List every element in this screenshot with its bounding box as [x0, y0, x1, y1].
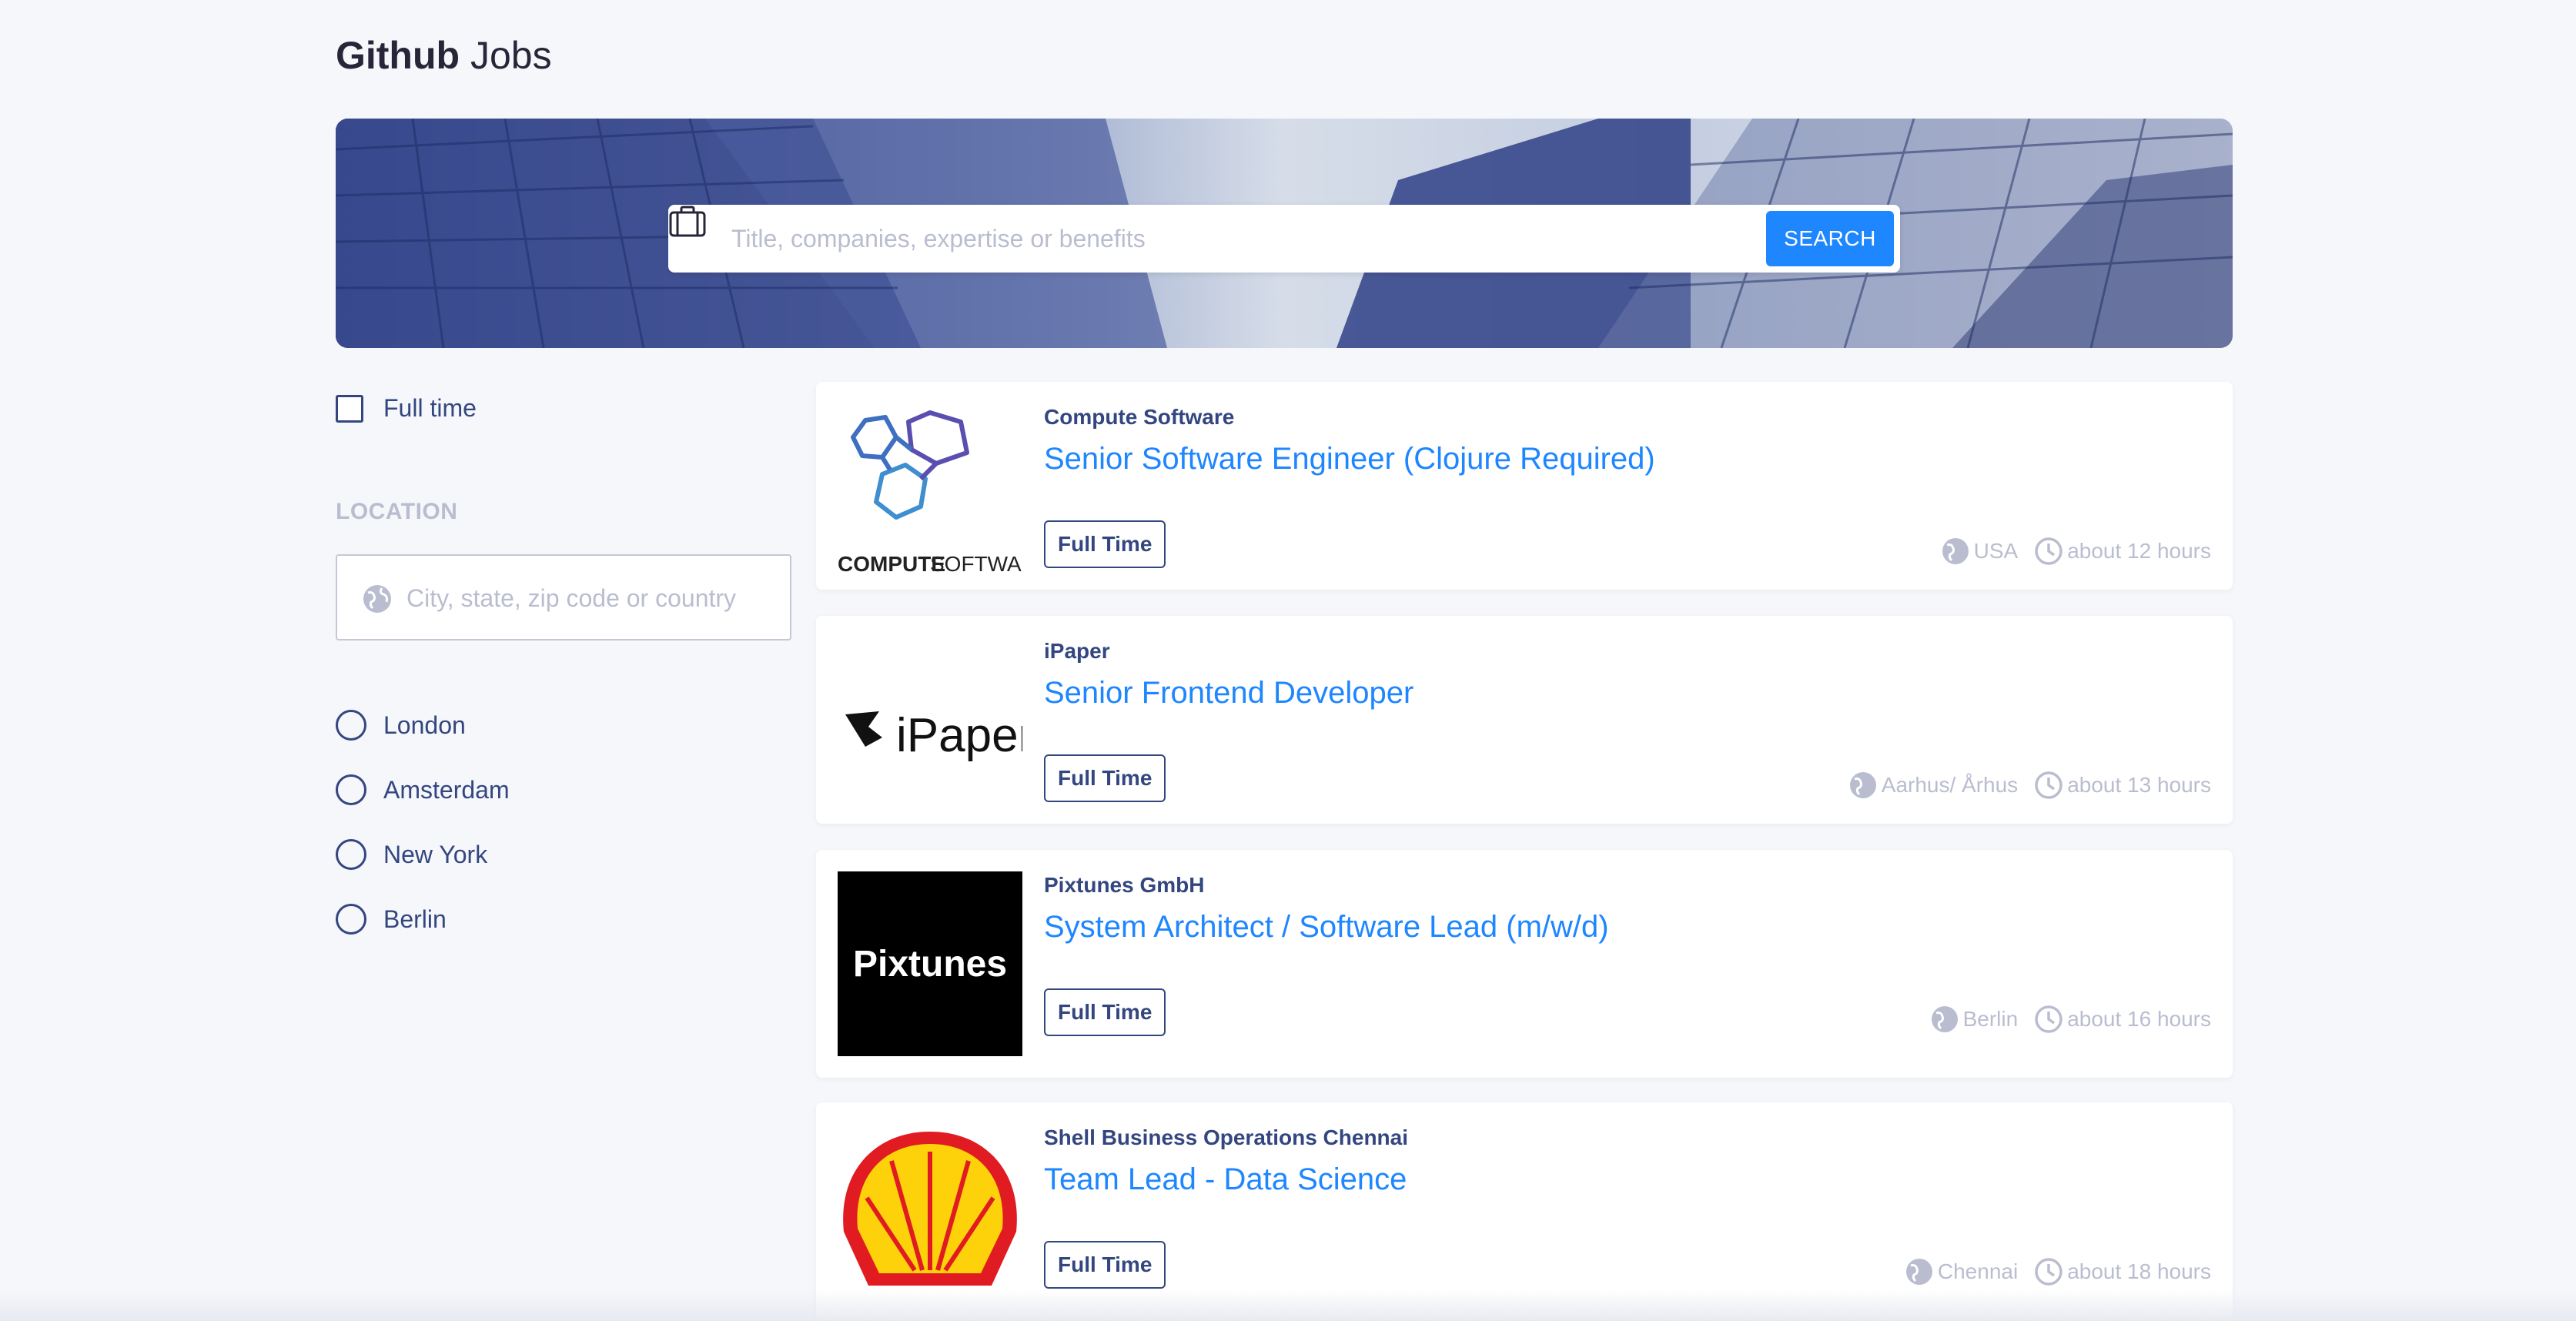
- clock-icon: [2035, 771, 2062, 799]
- job-card[interactable]: Pixtunes Pixtunes GmbH System Architect …: [816, 850, 2233, 1078]
- job-location-text: USA: [1973, 539, 2019, 563]
- bottom-fade: [0, 1290, 2576, 1321]
- job-location-text: Aarhus/ Århus: [1881, 773, 2019, 797]
- job-title[interactable]: Team Lead - Data Science: [1044, 1162, 1407, 1197]
- job-meta: Chennai about 18 hours: [1889, 1256, 2211, 1287]
- logo-text: Pixtunes: [853, 944, 1007, 985]
- globe-icon: [1942, 538, 1969, 564]
- globe-icon: [1931, 1006, 1958, 1032]
- ipaper-logo: iPaper: [845, 709, 1022, 762]
- hero-banner: SEARCH: [336, 119, 2233, 348]
- job-meta: Aarhus/ Århus about 13 hours: [1832, 770, 2211, 801]
- job-time-text: about 18 hours: [2067, 1259, 2211, 1283]
- location-option-london[interactable]: London: [336, 693, 510, 757]
- job-type-tag: Full Time: [1044, 754, 1166, 802]
- shell-logo: [843, 1132, 1017, 1286]
- radio-button[interactable]: [336, 839, 366, 870]
- location-option-berlin[interactable]: Berlin: [336, 887, 510, 951]
- company-name: Compute Software: [1044, 405, 1235, 429]
- radio-button[interactable]: [336, 710, 366, 741]
- job-time-text: about 13 hours: [2067, 773, 2211, 797]
- job-title[interactable]: System Architect / Software Lead (m/w/d): [1044, 910, 1609, 945]
- briefcase-icon: [669, 206, 706, 237]
- app-title-rest: Jobs: [470, 34, 552, 77]
- job-meta: USA about 12 hours: [1925, 536, 2211, 567]
- job-time-text: about 12 hours: [2067, 539, 2211, 563]
- job-meta: Berlin about 16 hours: [1914, 1004, 2211, 1035]
- radio-button[interactable]: [336, 774, 366, 805]
- job-time-text: about 16 hours: [2067, 1007, 2211, 1031]
- job-location-text: Berlin: [1962, 1007, 2019, 1031]
- search-input[interactable]: [731, 216, 1732, 262]
- job-title[interactable]: Senior Frontend Developer: [1044, 676, 1413, 711]
- company-name: Shell Business Operations Chennai: [1044, 1125, 1409, 1149]
- globe-icon: [1849, 772, 1876, 798]
- app-title: Github Jobs: [336, 32, 552, 79]
- clock-icon: [2035, 537, 2062, 565]
- location-option-label: New York: [383, 840, 488, 868]
- radio-button[interactable]: [336, 904, 366, 935]
- logo-text: iPaper: [896, 709, 1022, 762]
- app-title-bold: Github: [336, 34, 460, 77]
- search-bar: SEARCH: [668, 205, 1900, 273]
- globe-icon: [1905, 1259, 1932, 1285]
- job-card[interactable]: COMPUTE SOFTWARE Compute Software Senior…: [816, 382, 2233, 590]
- company-name: Pixtunes GmbH: [1044, 873, 1205, 897]
- clock-icon: [2035, 1005, 2062, 1033]
- location-option-label: London: [383, 711, 466, 739]
- job-location: USA: [1940, 536, 2019, 567]
- company-name: iPaper: [1044, 639, 1110, 663]
- logo-text-light: SOFTWARE: [930, 552, 1022, 576]
- job-card[interactable]: iPaper iPaper Senior Frontend Developer …: [816, 616, 2233, 824]
- compute-software-logo: COMPUTE SOFTWARE: [838, 410, 1022, 576]
- job-location: Aarhus/ Århus: [1848, 770, 2018, 801]
- pixtunes-logo: Pixtunes: [838, 871, 1022, 1056]
- full-time-label: Full time: [383, 394, 477, 422]
- job-posted-time: about 18 hours: [2033, 1256, 2211, 1287]
- job-title[interactable]: Senior Software Engineer (Clojure Requir…: [1044, 442, 1655, 477]
- job-posted-time: about 12 hours: [2033, 536, 2211, 567]
- location-option-label: Berlin: [383, 905, 447, 933]
- location-input[interactable]: [406, 574, 776, 622]
- location-heading: LOCATION: [336, 499, 458, 524]
- full-time-filter[interactable]: Full time: [336, 394, 477, 423]
- logo-text-bold: COMPUTE: [838, 552, 945, 576]
- job-posted-time: about 13 hours: [2033, 770, 2211, 801]
- location-option-amsterdam[interactable]: Amsterdam: [336, 757, 510, 822]
- location-option-label: Amsterdam: [383, 775, 510, 804]
- full-time-checkbox[interactable]: [336, 394, 363, 423]
- location-option-new-york[interactable]: New York: [336, 822, 510, 887]
- job-type-tag: Full Time: [1044, 520, 1166, 568]
- page: Github Jobs Title, companies, expertise …: [0, 0, 2576, 1321]
- job-location-text: Chennai: [1937, 1259, 2019, 1283]
- location-field[interactable]: [336, 554, 791, 640]
- job-type-tag: Full Time: [1044, 988, 1166, 1036]
- job-posted-time: about 16 hours: [2033, 1004, 2211, 1035]
- globe-icon: [363, 585, 391, 613]
- search-button[interactable]: SEARCH: [1766, 211, 1894, 266]
- job-location: Berlin: [1929, 1004, 2019, 1035]
- clock-icon: [2035, 1258, 2062, 1286]
- job-location: Chennai: [1904, 1256, 2018, 1287]
- location-options: London Amsterdam New York Berlin: [336, 693, 510, 951]
- job-card[interactable]: Shell Business Operations Chennai Team L…: [816, 1102, 2233, 1321]
- job-type-tag: Full Time: [1044, 1241, 1166, 1289]
